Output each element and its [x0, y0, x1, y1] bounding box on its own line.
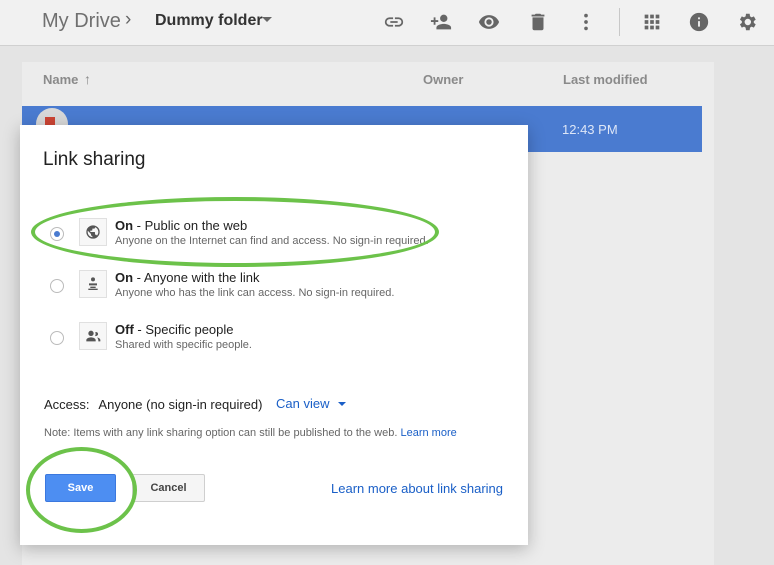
settings-gear-icon[interactable]	[734, 9, 760, 35]
save-button[interactable]: Save	[45, 474, 116, 502]
option-description: Anyone who has the link can access. No s…	[115, 287, 395, 299]
option-label: - Anyone with the link	[133, 270, 260, 285]
note-text: Note: Items with any link sharing option…	[44, 427, 398, 439]
preview-eye-icon[interactable]	[476, 9, 502, 35]
option-description: Shared with specific people.	[115, 339, 252, 351]
access-row: Access: Anyone (no sign-in required)	[44, 397, 262, 412]
breadcrumb-root[interactable]: My Drive	[42, 10, 121, 33]
row-modified-time: 12:43 PM	[562, 122, 618, 137]
breadcrumb-separator: ›	[125, 9, 132, 30]
access-label: Access:	[44, 397, 90, 412]
dropdown-caret-icon[interactable]	[338, 402, 346, 406]
column-header-owner: Owner	[423, 72, 464, 87]
radio-anyone-with-link[interactable]	[50, 279, 64, 293]
top-toolbar: My Drive › Dummy folder	[0, 0, 774, 46]
option-public-on-web[interactable]: On - Public on the web Anyone on the Int…	[20, 215, 528, 259]
link-sharing-dialog: Link sharing On - Public on the web Anyo…	[20, 125, 528, 545]
folder-menu-caret-icon[interactable]	[262, 17, 272, 22]
more-vert-icon[interactable]	[573, 9, 599, 35]
column-header-name[interactable]: Name	[43, 72, 78, 87]
option-specific-people[interactable]: Off - Specific people Shared with specif…	[20, 319, 528, 363]
globe-icon	[79, 218, 107, 246]
column-header-last-modified[interactable]: Last modified	[563, 72, 648, 87]
access-value: Anyone (no sign-in required)	[98, 397, 263, 412]
option-anyone-with-link[interactable]: On - Anyone with the link Anyone who has…	[20, 267, 528, 311]
radio-public-on-web[interactable]	[50, 227, 64, 241]
option-state: On	[115, 218, 134, 233]
option-state: Off	[115, 322, 134, 337]
sort-arrow-icon[interactable]: ↑	[84, 71, 91, 87]
people-icon	[79, 322, 107, 350]
cancel-button[interactable]: Cancel	[132, 474, 205, 502]
toolbar-divider	[619, 8, 620, 36]
access-permission-dropdown[interactable]: Can view	[276, 396, 329, 411]
info-icon[interactable]	[686, 9, 712, 35]
option-label: - Specific people	[133, 322, 234, 337]
publish-note: Note: Items with any link sharing option…	[44, 427, 457, 439]
option-state: On	[115, 270, 134, 285]
learn-more-link-sharing[interactable]: Learn more about link sharing	[331, 481, 503, 496]
breadcrumb-folder[interactable]: Dummy folder	[155, 12, 263, 30]
trash-icon[interactable]	[525, 9, 551, 35]
link-person-icon	[79, 270, 107, 298]
option-label: - Public on the web	[133, 218, 248, 233]
radio-specific-people[interactable]	[50, 331, 64, 345]
dialog-title: Link sharing	[43, 149, 146, 170]
learn-more-link[interactable]: Learn more	[400, 427, 456, 439]
option-description: Anyone on the Internet can find and acce…	[115, 235, 429, 247]
grid-view-icon[interactable]	[639, 9, 665, 35]
add-person-icon[interactable]	[428, 9, 454, 35]
link-icon[interactable]	[381, 9, 407, 35]
